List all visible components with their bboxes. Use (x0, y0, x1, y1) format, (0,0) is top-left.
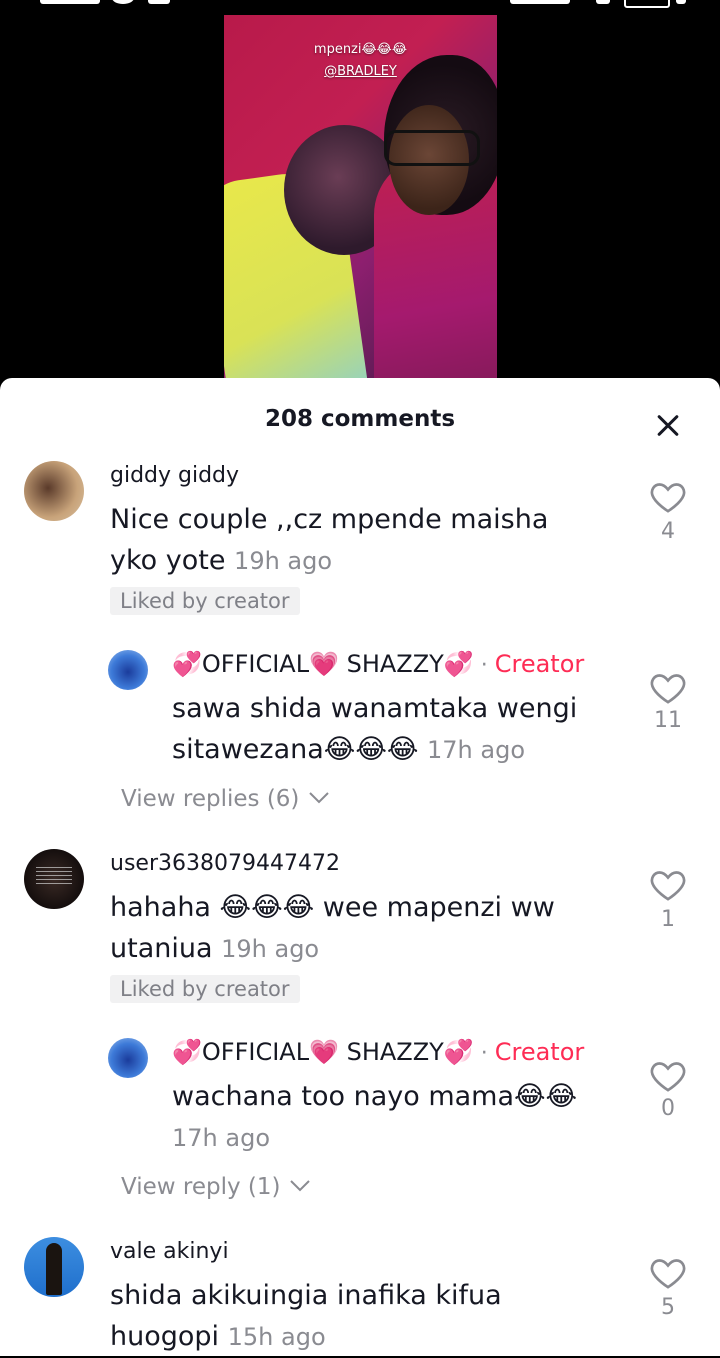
heart-icon[interactable] (648, 1056, 688, 1096)
comment-body: hahaha 😂😂😂 wee mapenzi ww utaniua (110, 892, 555, 964)
heart-icon[interactable] (648, 477, 688, 517)
reply-username-row: 💞OFFICIAL💗 SHAZZY💞 · Creator (172, 1038, 584, 1066)
creator-label: Creator (494, 1038, 585, 1066)
avatar[interactable] (108, 650, 148, 690)
comment-text: Nice couple ,,cz mpende maisha yko yote … (110, 499, 600, 582)
view-replies-button[interactable]: View replies (6) (121, 786, 331, 812)
chevron-down-icon (309, 792, 329, 804)
notification-status-icon (148, 0, 170, 4)
reply-username[interactable]: 💞OFFICIAL💗 SHAZZY💞 (172, 1038, 474, 1066)
separator-dot: · (480, 1041, 488, 1066)
chat-status-icon (112, 0, 134, 4)
comment-text: hahaha 😂😂😂 wee mapenzi ww utaniua 19h ag… (110, 887, 600, 970)
like-count: 1 (661, 907, 675, 932)
avatar[interactable] (24, 461, 84, 521)
video-mention[interactable]: @BRADLEY (224, 64, 497, 79)
avatar[interactable] (24, 849, 84, 909)
chevron-down-icon (290, 1180, 310, 1192)
reply-body: wachana too nayo mama😂😂 (172, 1081, 578, 1112)
comment-time: 19h ago (234, 547, 333, 575)
comment-username[interactable]: user3638079447472 (110, 851, 340, 876)
view-replies-button[interactable]: View reply (1) (121, 1174, 312, 1200)
video-thumbnail[interactable]: mpenzi😂😂😂 @BRADLEY (224, 15, 497, 385)
status-bar (0, 0, 720, 14)
view-replies-label: View replies (6) (121, 786, 300, 812)
comment-username[interactable]: giddy giddy (110, 463, 239, 488)
separator-dot: · (480, 653, 488, 678)
like-count: 0 (661, 1096, 675, 1121)
reply-username-row: 💞OFFICIAL💗 SHAZZY💞 · Creator (172, 650, 584, 678)
heart-icon[interactable] (648, 668, 688, 708)
signal-icon (510, 0, 570, 4)
heart-icon[interactable] (648, 1253, 688, 1293)
liked-by-creator-badge: Liked by creator (110, 587, 300, 615)
like-count: 5 (661, 1295, 675, 1320)
comments-count-title: 208 comments (264, 406, 456, 432)
comments-sheet: 208 comments giddy giddy Nice couple ,,c… (0, 378, 720, 1356)
charging-icon (676, 0, 686, 4)
reply-text: sawa shida wanamtaka wengi sitawezana😂😂😂… (172, 688, 612, 771)
reply-username[interactable]: 💞OFFICIAL💗 SHAZZY💞 (172, 650, 474, 678)
clock-fragment (40, 0, 100, 4)
comment-username[interactable]: vale akinyi (110, 1239, 229, 1264)
battery-icon (624, 0, 670, 8)
avatar[interactable] (108, 1038, 148, 1078)
comment-text: shida akikuingia inafika kifua huogopi 1… (110, 1275, 580, 1358)
video-figure-glasses (384, 130, 480, 166)
heart-icon[interactable] (648, 865, 688, 905)
wifi-icon (596, 0, 610, 4)
reply-text: wachana too nayo mama😂😂 17h ago (172, 1076, 612, 1159)
comment-time: 15h ago (227, 1323, 326, 1351)
like-count: 4 (661, 519, 675, 544)
reply-time: 17h ago (172, 1124, 271, 1152)
video-caption: mpenzi😂😂😂 (313, 42, 408, 57)
close-icon[interactable] (650, 408, 686, 444)
creator-label: Creator (494, 650, 585, 678)
avatar[interactable] (24, 1237, 84, 1297)
view-replies-label: View reply (1) (121, 1174, 281, 1200)
liked-by-creator-badge: Liked by creator (110, 975, 300, 1003)
comment-time: 19h ago (221, 935, 320, 963)
like-count: 11 (654, 708, 682, 733)
reply-time: 17h ago (427, 736, 526, 764)
